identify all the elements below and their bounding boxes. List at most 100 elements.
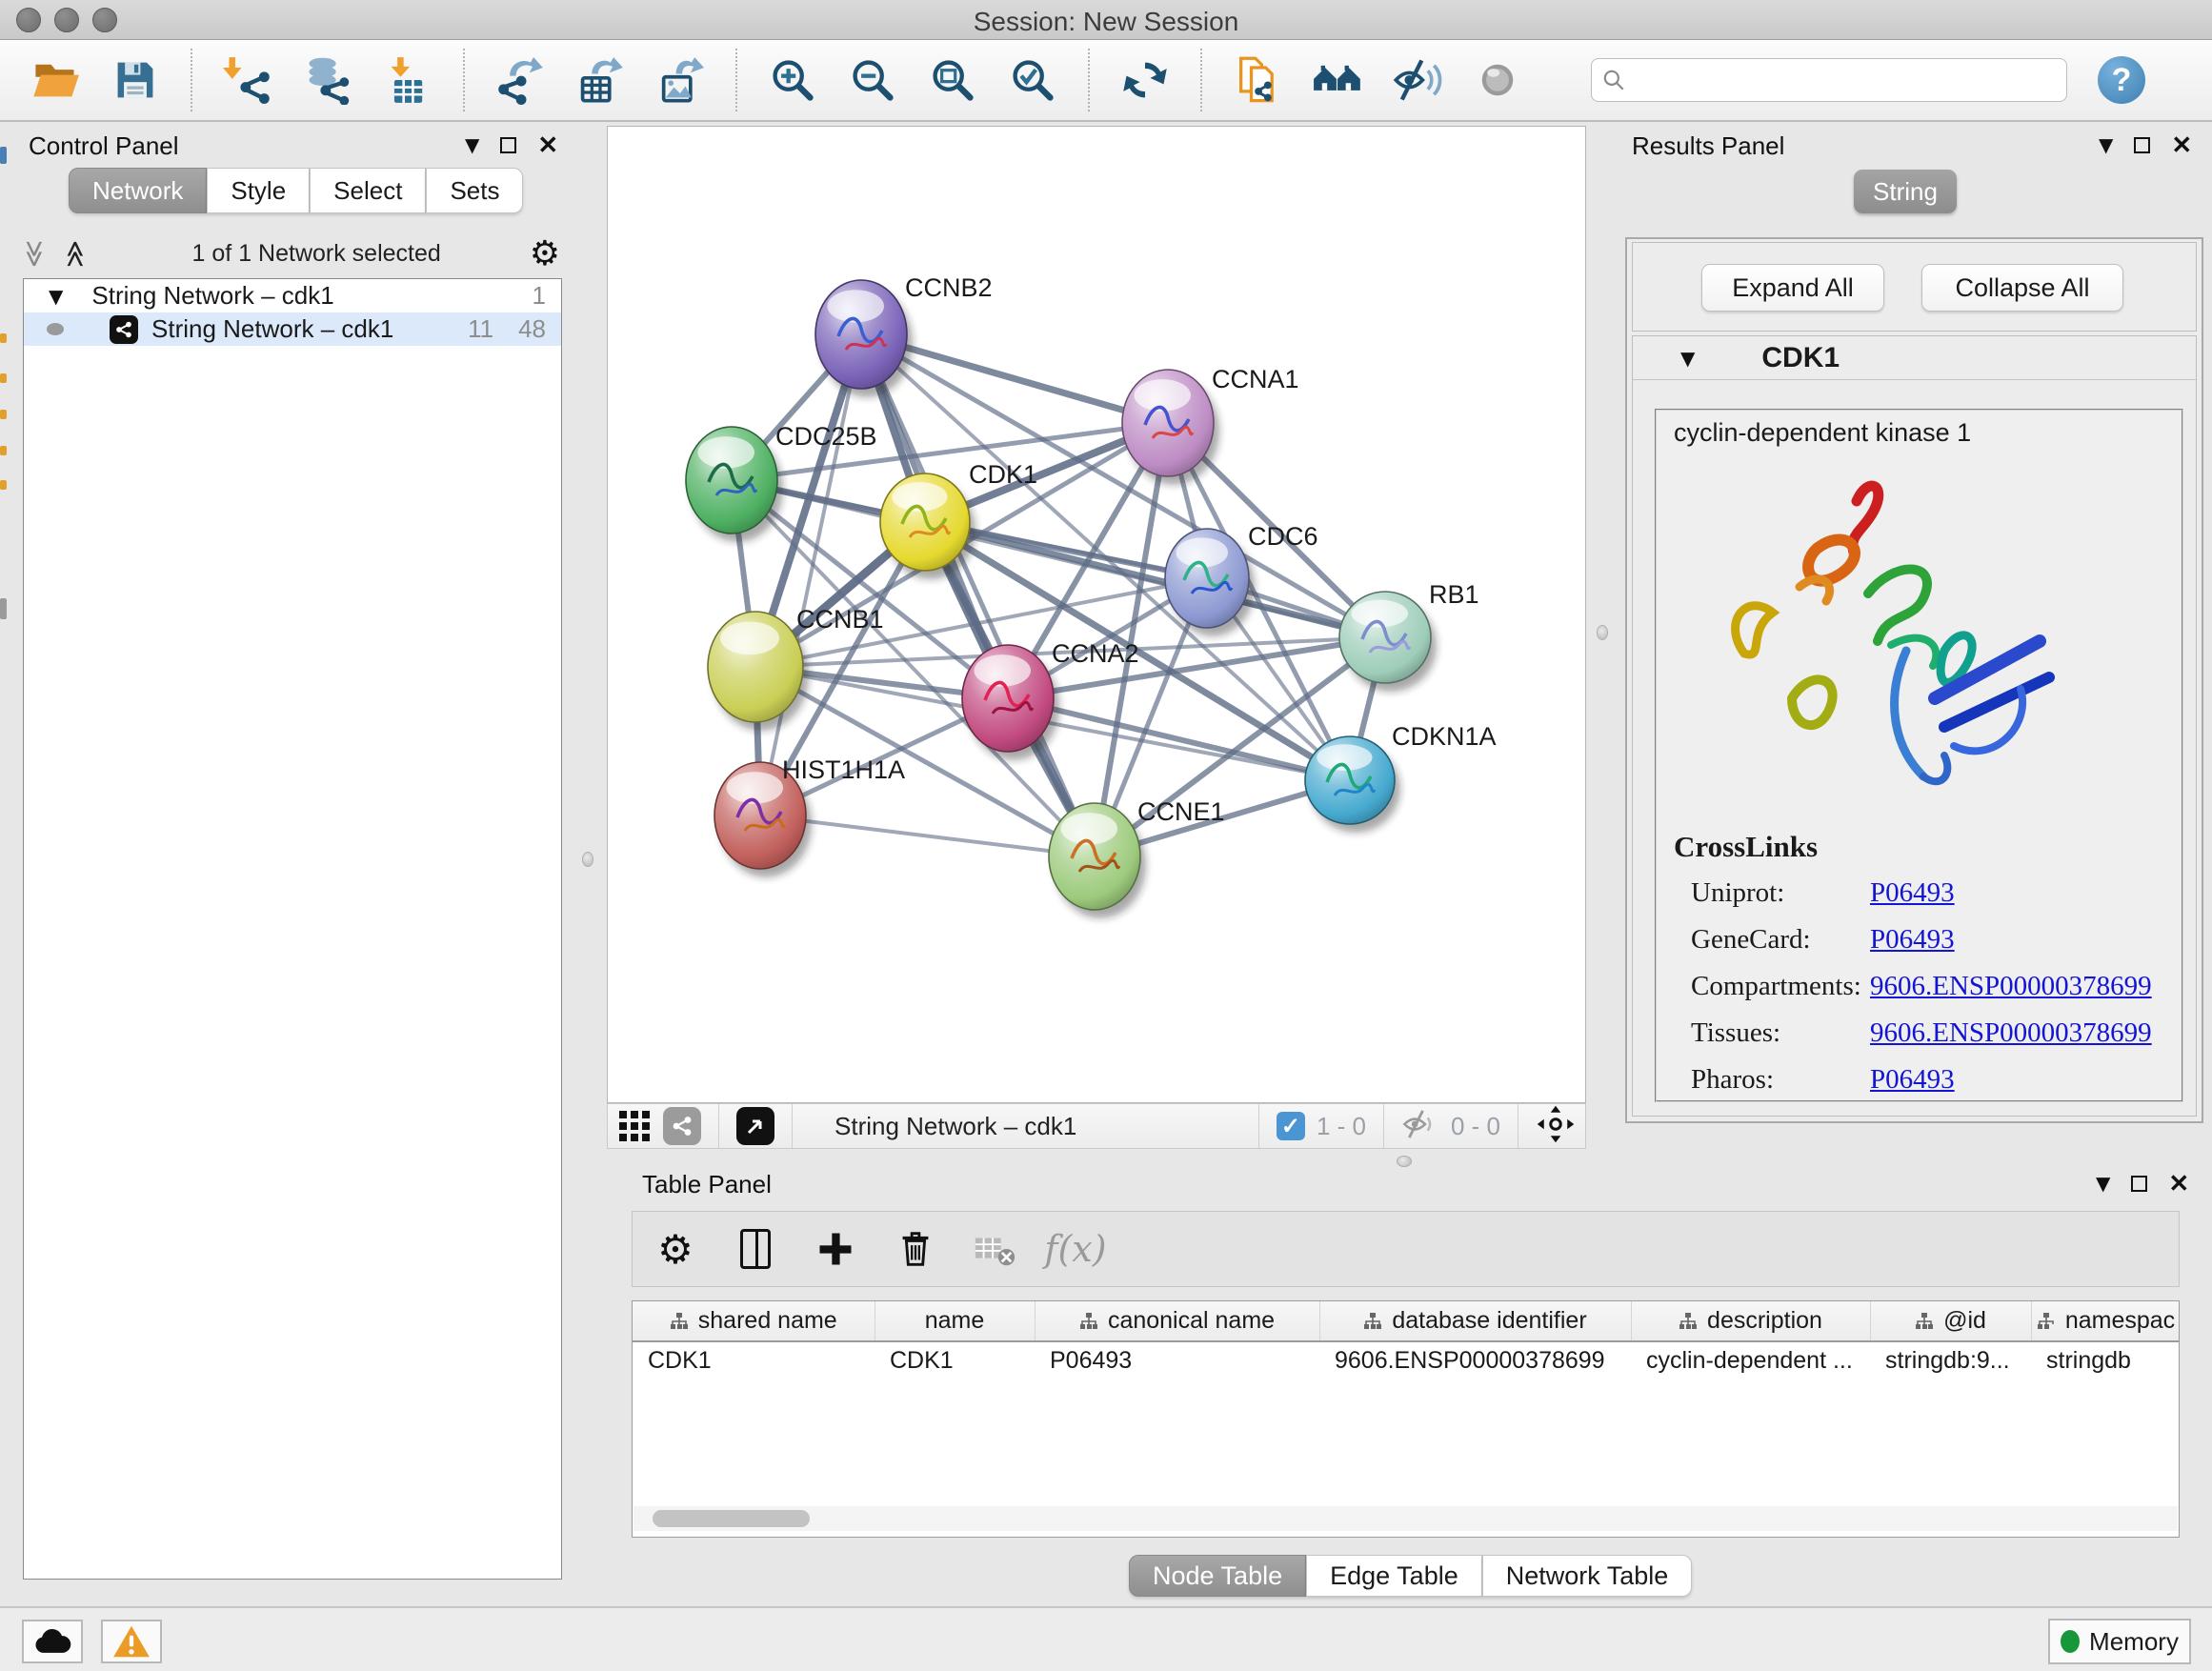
tab-network[interactable]: Network: [69, 168, 207, 213]
network-row[interactable]: String Network – cdk1 11 48: [24, 312, 561, 346]
table-options-gear-icon[interactable]: ⚙: [652, 1225, 699, 1273]
control-panel-close-icon[interactable]: ✕: [537, 137, 558, 153]
collapse-all-button[interactable]: Collapse All: [1921, 264, 2123, 312]
zoom-in-icon[interactable]: [766, 53, 819, 107]
import-network-database-icon[interactable]: [301, 53, 354, 107]
delete-column-trash-icon[interactable]: [892, 1225, 939, 1273]
export-table-icon[interactable]: [573, 53, 627, 107]
control-panel-maximize-icon[interactable]: [500, 137, 516, 153]
tab-network-table[interactable]: Network Table: [1482, 1555, 1693, 1597]
column-header[interactable]: shared name: [633, 1301, 875, 1341]
export-network-icon[interactable]: [493, 53, 547, 107]
search-input[interactable]: [1634, 66, 2057, 95]
tab-node-table[interactable]: Node Table: [1129, 1555, 1306, 1597]
cell-database-identifier[interactable]: 9606.ENSP00000378699: [1319, 1341, 1631, 1379]
open-session-button[interactable]: [29, 53, 82, 107]
warnings-button[interactable]: [101, 1620, 162, 1663]
expand-all-button[interactable]: Expand All: [1701, 264, 1884, 312]
network-node-CCNB2[interactable]: [815, 280, 913, 397]
network-node-CCNA2[interactable]: [962, 645, 1059, 760]
cell-id[interactable]: stringdb:9...: [1870, 1341, 2031, 1379]
expand-all-networks-icon[interactable]: ≫: [19, 239, 50, 267]
cell-namespace[interactable]: stringdb: [2031, 1341, 2180, 1379]
zoom-out-icon[interactable]: [846, 53, 899, 107]
table-panel-collapse-icon[interactable]: ▼: [2096, 1172, 2110, 1195]
tab-string[interactable]: String: [1854, 170, 1957, 213]
network-options-gear-icon[interactable]: ⚙: [530, 234, 560, 273]
help-button[interactable]: ?: [2098, 56, 2145, 104]
crosslink-genecard-link[interactable]: P06493: [1870, 924, 1955, 956]
selected-items-checkbox[interactable]: ✓: [1277, 1112, 1305, 1140]
collection-expand-icon[interactable]: ▼: [49, 285, 63, 308]
refresh-icon[interactable]: [1118, 53, 1172, 107]
column-header[interactable]: name: [875, 1301, 1035, 1341]
network-node-label-HIST1H1A: HIST1H1A: [782, 755, 905, 784]
results-panel-maximize-icon[interactable]: [2134, 137, 2150, 153]
network-edge-CCNB2-HIST1H1A[interactable]: [760, 334, 861, 815]
tab-select[interactable]: Select: [310, 168, 426, 213]
protein-card: ▼ CDK1 cyclin-dependent kinase 1: [1632, 335, 2197, 1117]
column-header[interactable]: namespac: [2031, 1301, 2180, 1341]
column-header[interactable]: @id: [1870, 1301, 2031, 1341]
network-status-dot: [47, 323, 64, 335]
network-node-CDKN1A[interactable]: [1305, 736, 1400, 833]
cybrowser-home-icon[interactable]: [1311, 53, 1364, 107]
column-tree-icon: [1915, 1312, 1934, 1331]
share-session-icon[interactable]: [1231, 53, 1284, 107]
cell-description[interactable]: cyclin-dependent ...: [1631, 1341, 1870, 1379]
network-node-CDK1[interactable]: [880, 473, 975, 579]
search-box[interactable]: [1591, 58, 2067, 102]
cell-canonical-name[interactable]: P06493: [1035, 1341, 1319, 1379]
network-node-CCNE1[interactable]: [1049, 803, 1146, 918]
column-header[interactable]: database identifier: [1319, 1301, 1631, 1341]
results-panel-close-icon[interactable]: ✕: [2171, 137, 2192, 153]
cell-shared-name[interactable]: CDK1: [633, 1341, 875, 1379]
detach-view-icon[interactable]: [736, 1107, 774, 1145]
zoom-fit-icon[interactable]: [926, 53, 979, 107]
results-panel-collapse-icon[interactable]: ▼: [2099, 133, 2113, 156]
tab-sets[interactable]: Sets: [426, 168, 523, 213]
column-header[interactable]: description: [1631, 1301, 1870, 1341]
export-image-icon[interactable]: [654, 53, 707, 107]
show-panels-eye-icon[interactable]: [1471, 53, 1524, 107]
table-horizontal-scrollbar[interactable]: [633, 1506, 2178, 1531]
column-header[interactable]: canonical name: [1035, 1301, 1319, 1341]
network-collection-row[interactable]: ▼ String Network – cdk1 1: [24, 279, 561, 312]
table-row[interactable]: CDK1 CDK1 P06493 9606.ENSP00000378699 cy…: [633, 1341, 2180, 1379]
import-network-file-icon[interactable]: [221, 53, 274, 107]
scrollbar-thumb[interactable]: [653, 1510, 810, 1527]
table-panel-close-icon[interactable]: ✕: [2168, 1176, 2189, 1192]
cloud-status-button[interactable]: [22, 1620, 83, 1663]
collapse-all-networks-icon[interactable]: ≪: [60, 239, 91, 267]
crosslink-compartments-link[interactable]: 9606.ENSP00000378699: [1870, 971, 2152, 1002]
table-panel-maximize-icon[interactable]: [2131, 1176, 2147, 1192]
add-column-icon[interactable]: [812, 1225, 859, 1273]
network-view-share-icon[interactable]: [663, 1107, 701, 1145]
tab-style[interactable]: Style: [207, 168, 310, 213]
network-node-CDC6[interactable]: [1165, 529, 1255, 636]
protein-card-collapse-icon[interactable]: ▼: [1680, 347, 1695, 370]
network-canvas[interactable]: CCNB2CCNA1CDC25BCDK1CDC6RB1CCNB1CCNA2CDK…: [607, 126, 1586, 1103]
save-session-button[interactable]: [109, 53, 162, 107]
cell-name[interactable]: CDK1: [875, 1341, 1035, 1379]
function-builder-icon[interactable]: f(x): [1052, 1225, 1099, 1273]
crosslink-pharos-link[interactable]: P06493: [1870, 1064, 1955, 1096]
delete-table-icon[interactable]: [972, 1225, 1019, 1273]
tab-edge-table[interactable]: Edge Table: [1306, 1555, 1482, 1597]
zoom-selected-icon[interactable]: [1006, 53, 1059, 107]
hide-panels-eye-slash-icon[interactable]: [1391, 53, 1444, 107]
network-node-CDC25B[interactable]: [686, 427, 783, 542]
birdseye-navigator-icon[interactable]: [1536, 1104, 1576, 1149]
protein-card-header[interactable]: ▼ CDK1: [1633, 336, 2196, 380]
show-columns-icon[interactable]: [732, 1225, 779, 1273]
network-node-RB1[interactable]: [1339, 592, 1437, 692]
control-panel-collapse-icon[interactable]: ▼: [465, 133, 479, 156]
left-vertical-splitter-handle[interactable]: [582, 852, 593, 867]
crosslink-tissues-link[interactable]: 9606.ENSP00000378699: [1870, 1017, 2152, 1049]
import-table-icon[interactable]: [381, 53, 434, 107]
crosslink-uniprot-link[interactable]: P06493: [1870, 877, 1955, 909]
memory-button[interactable]: Memory: [2048, 1619, 2191, 1664]
network-node-CCNA1[interactable]: [1122, 370, 1219, 485]
right-vertical-splitter-handle[interactable]: [1597, 625, 1608, 640]
grid-view-icon[interactable]: [617, 1107, 652, 1146]
